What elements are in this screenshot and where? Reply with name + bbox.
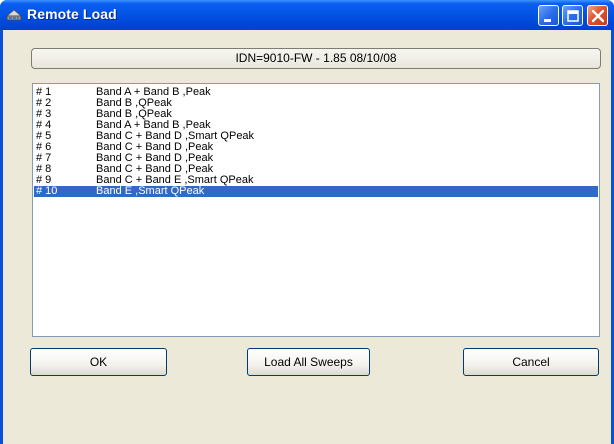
window-title: Remote Load: [27, 6, 117, 22]
close-icon: [591, 9, 605, 23]
remote-load-window: Remote Load IDN=9010-FW - 1.85 08/10/08 …: [0, 0, 614, 444]
remote-load-icon: [5, 7, 23, 23]
maximize-icon: [567, 10, 579, 22]
sweep-list[interactable]: # 1 Band A + Band B ,Peak # 2 Band B ,QP…: [32, 83, 600, 337]
sweep-number: # 10: [36, 185, 58, 197]
maximize-button[interactable]: [562, 5, 583, 26]
load-all-sweeps-button[interactable]: Load All Sweeps: [247, 348, 370, 376]
idn-display: IDN=9010-FW - 1.85 08/10/08: [31, 48, 601, 69]
cancel-button[interactable]: Cancel: [463, 348, 599, 376]
minimize-button[interactable]: [538, 5, 559, 26]
list-item-selected[interactable]: # 10 Band E ,Smart QPeak: [34, 186, 598, 197]
title-bar[interactable]: Remote Load: [0, 0, 614, 30]
ok-button[interactable]: OK: [30, 348, 167, 376]
minimize-icon: [544, 19, 551, 22]
sweep-description: Band E ,Smart QPeak: [96, 185, 205, 197]
close-button[interactable]: [587, 5, 608, 26]
dialog-client-area: IDN=9010-FW - 1.85 08/10/08 # 1 Band A +…: [3, 30, 611, 444]
